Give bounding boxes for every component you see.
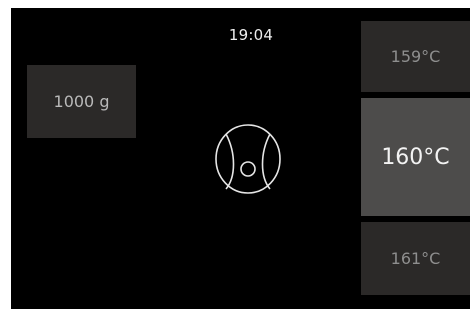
temperature-previous-label: 159°C bbox=[390, 47, 441, 66]
temperature-option-previous[interactable]: 159°C bbox=[361, 21, 470, 92]
clock-time: 19:04 bbox=[228, 26, 274, 44]
temperature-option-selected[interactable]: 160°C bbox=[361, 98, 470, 216]
dough-ball-icon bbox=[215, 124, 281, 194]
temperature-next-label: 161°C bbox=[390, 249, 441, 268]
weight-label: 1000 g bbox=[53, 92, 110, 111]
oven-display-screen: 19:04 1000 g 159°C 160°C 161°C bbox=[11, 8, 470, 309]
temperature-option-next[interactable]: 161°C bbox=[361, 222, 470, 295]
temperature-selected-label: 160°C bbox=[381, 144, 450, 170]
weight-selector-button[interactable]: 1000 g bbox=[27, 65, 136, 138]
